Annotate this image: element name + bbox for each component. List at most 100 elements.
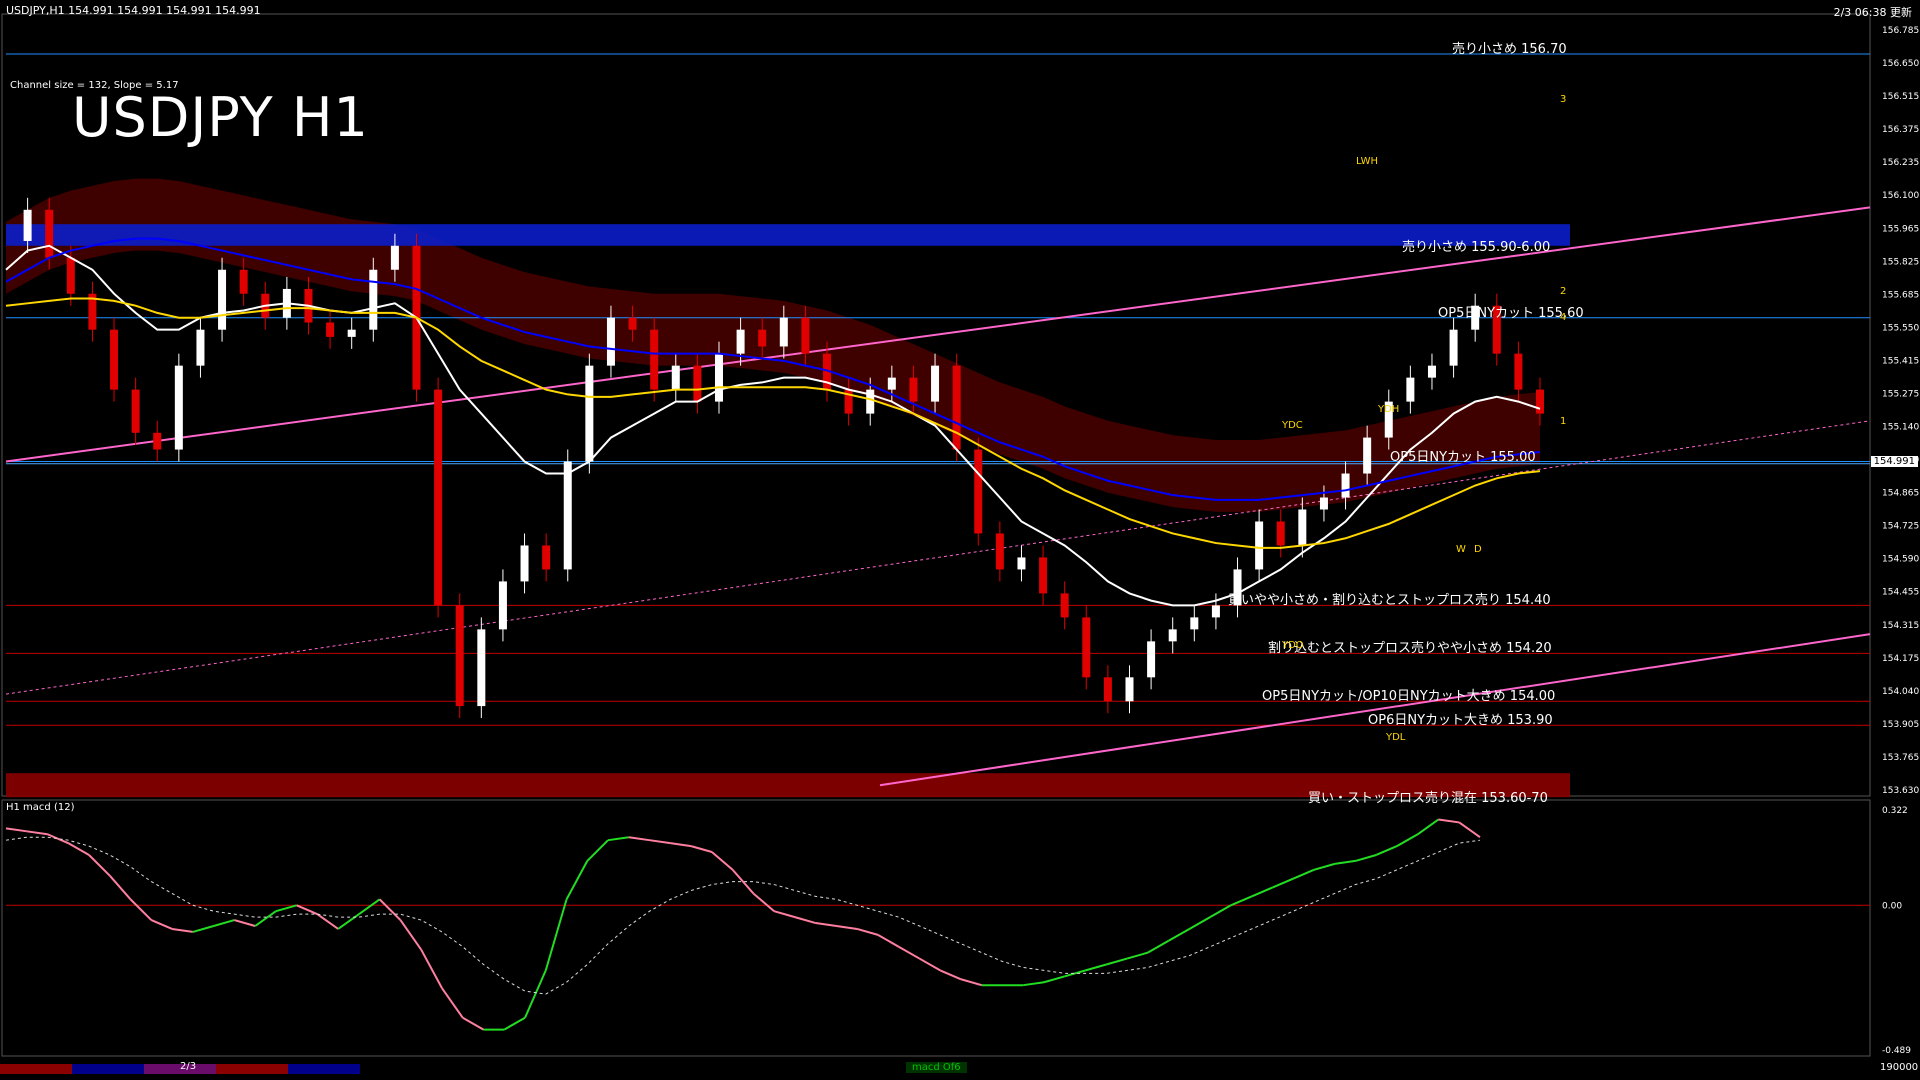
macd-main-segment <box>960 978 983 987</box>
candle-body <box>909 377 918 402</box>
price-tick-label: 154.315 <box>1882 621 1919 631</box>
macd-main-segment <box>877 934 900 948</box>
candle-body <box>650 329 659 390</box>
price-tick-label: 156.375 <box>1882 125 1919 135</box>
marker-w: W <box>1456 544 1466 555</box>
macd-main-segment <box>254 910 277 927</box>
price-tick-label: 155.825 <box>1882 257 1919 267</box>
candle-body <box>1406 377 1415 402</box>
candle-body <box>131 389 140 433</box>
price-tick-label: 155.415 <box>1882 356 1919 366</box>
marker-3: 3 <box>1560 94 1567 105</box>
level-label-4: 割り込むとストップロス売りやや小さめ 154.20 <box>1268 641 1552 657</box>
price-tick-label: 156.100 <box>1882 191 1919 201</box>
level-label-5: OP5日NYカット/OP10日NYカット大きめ 154.00 <box>1262 689 1556 705</box>
macd-signal-line <box>5 836 1481 995</box>
macd-main-segment <box>171 927 193 933</box>
marker-ydh: YDH <box>1378 404 1400 415</box>
bottom-tab[interactable]: macd Of6 <box>906 1062 967 1073</box>
candle-body <box>66 257 75 294</box>
macd-main-segment <box>316 913 339 930</box>
candle-body <box>671 365 680 390</box>
macd-tick-label: -0.489 <box>1882 1046 1911 1056</box>
candle-body <box>1427 365 1436 378</box>
candle-body <box>931 365 940 402</box>
candle-body <box>1319 497 1328 510</box>
candle-body <box>196 329 205 366</box>
price-tick-label: 154.590 <box>1882 555 1919 565</box>
moving-averages <box>5 237 1541 607</box>
macd-main-segment <box>898 945 920 960</box>
macd-main-segment <box>88 854 111 877</box>
level-label-6: OP6日NYカット大きめ 153.90 <box>1368 713 1553 729</box>
candle-body <box>1190 617 1199 630</box>
macd-main-segment <box>1230 895 1253 907</box>
candle-body <box>45 209 54 258</box>
candle-body <box>498 581 507 630</box>
macd-main-segment <box>1085 963 1107 972</box>
macd-main-segment <box>1396 833 1419 847</box>
marker-d: D <box>1474 544 1482 555</box>
candle-body <box>1060 593 1069 618</box>
candle-body <box>455 605 464 707</box>
macd-main-segment <box>628 836 650 842</box>
macd-main-segment <box>213 919 235 927</box>
macd-main-segment <box>378 898 402 921</box>
macd-main-segment <box>711 851 734 871</box>
macd-main-segment <box>586 839 609 862</box>
macd-main-segment <box>462 1016 484 1031</box>
candle-body <box>693 365 702 402</box>
level-label-0: 売り小さめ 156.70 <box>1452 41 1567 57</box>
candle-body <box>758 329 767 347</box>
candle-body <box>628 317 637 330</box>
macd-main-segment <box>856 928 879 936</box>
chart-title: USDJPY H1 <box>72 86 369 149</box>
candle-body <box>563 461 572 570</box>
candle-body <box>1147 641 1156 678</box>
price-tick-label: 155.685 <box>1882 290 1919 300</box>
candle-body <box>347 329 356 337</box>
macd-main-segment <box>1458 821 1481 839</box>
marker-lwh: LWH <box>1356 156 1379 167</box>
macd-pane: 0.322 0.00 -0.489 <box>1 799 1911 1057</box>
price-tick-label: 156.650 <box>1882 59 1919 69</box>
macd-axis: 0.322 0.00 -0.489 <box>1882 806 1911 1056</box>
price-tick-label: 154.865 <box>1882 489 1919 499</box>
price-tick-label: 155.275 <box>1882 389 1919 399</box>
candle-body <box>1125 677 1134 702</box>
macd-main-segment <box>503 1016 526 1031</box>
level-label-3: 買いやや小さめ・割り込むとストップロス売り 154.40 <box>1228 593 1551 609</box>
macd-main-segment <box>1375 845 1398 856</box>
candle-body <box>714 353 723 402</box>
macd-main-segment <box>939 969 962 981</box>
candle-body <box>153 432 162 450</box>
marker-1: 1 <box>1560 416 1567 427</box>
macd-main-segment <box>1417 818 1440 836</box>
candle-body <box>779 317 788 347</box>
macd-main-segment <box>649 839 671 845</box>
candle-body <box>110 329 119 390</box>
macd-main-segment <box>1147 939 1170 954</box>
candle-body <box>369 269 378 330</box>
macd-tick-label: 0.00 <box>1882 901 1902 911</box>
macd-main-segment <box>1272 877 1294 889</box>
candle-body <box>606 317 615 366</box>
macd-main-segment <box>441 987 464 1019</box>
macd-main-segment <box>109 875 132 901</box>
macd-main-segment <box>1334 859 1356 865</box>
candle-body <box>1103 677 1112 702</box>
price-tick-label: 156.515 <box>1882 92 1919 102</box>
bottom-right-value: 190000 <box>1880 1062 1919 1073</box>
candle-body <box>974 449 983 534</box>
price-tick-label: 154.455 <box>1882 588 1919 598</box>
candle-body <box>1536 389 1544 414</box>
macd-main-segment <box>275 904 297 913</box>
candle-body <box>1514 353 1523 390</box>
candle-body <box>1039 557 1048 594</box>
macd-main-segment <box>1126 951 1149 960</box>
candle-body <box>1082 617 1091 678</box>
marker-ydl: YDL <box>1386 732 1406 743</box>
macd-main-segment <box>129 898 153 921</box>
candle-body <box>585 365 594 462</box>
price-tick-label: 155.550 <box>1882 323 1919 333</box>
